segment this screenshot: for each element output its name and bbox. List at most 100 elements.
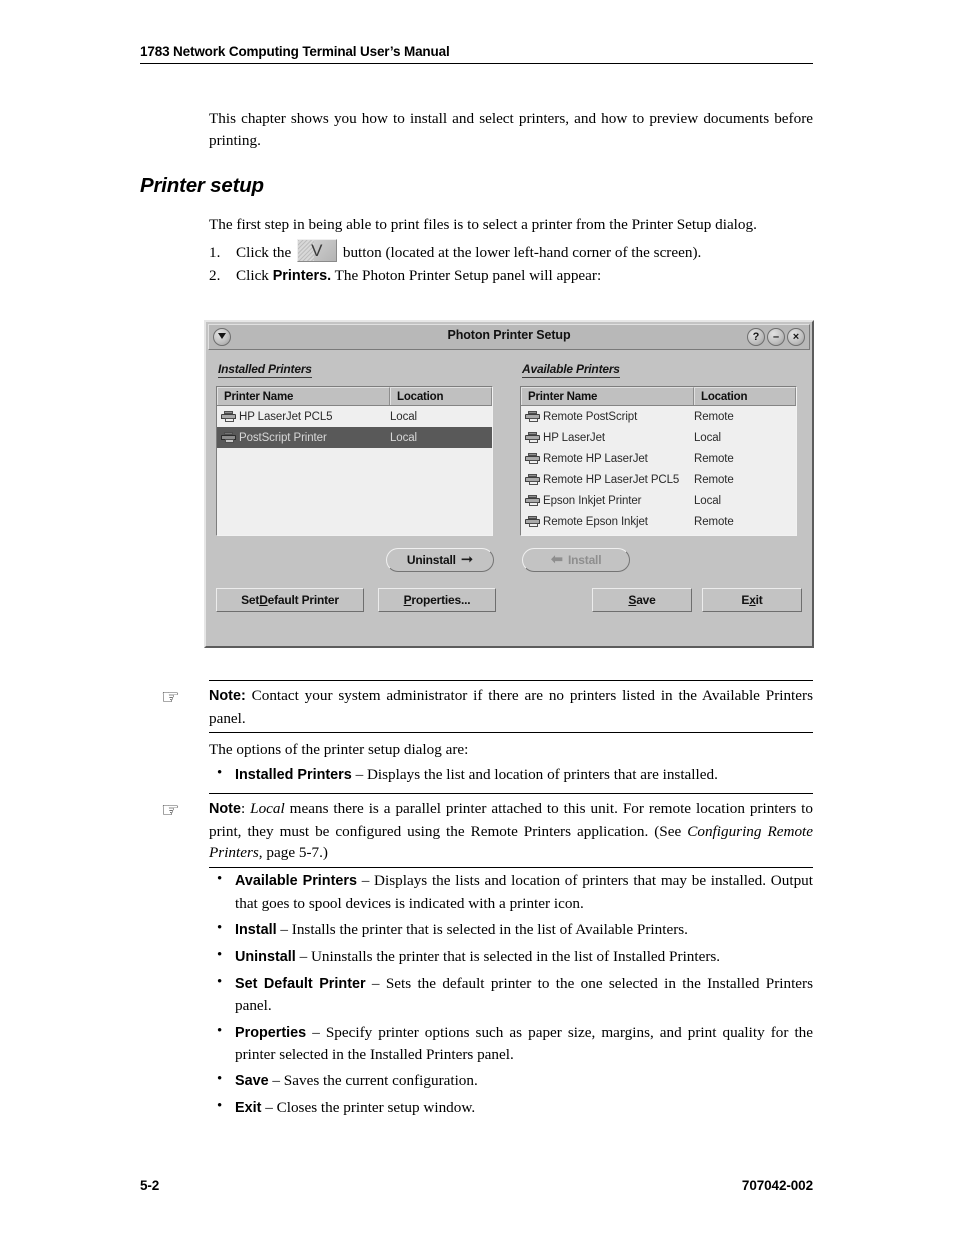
printer-name: HP LaserJet PCL5 [239,410,333,423]
note-text: Note: Contact your system administrator … [209,681,813,732]
step-2-text-after: The Photon Printer Setup panel will appe… [334,267,602,284]
table-row[interactable]: HP LaserJet PCL5 Local [217,406,492,427]
step-2: 2. Click Printers. The Photon Printer Set… [209,265,813,288]
step-1-text-before: Click the [236,244,292,261]
section-lead-paragraph: The first step in being able to print fi… [209,216,757,233]
note-label: Note: [209,688,246,704]
minimize-button[interactable]: – [767,328,785,346]
note-text: Note: Local means there is a parallel pr… [209,794,813,867]
step-1: 1. Click the V button (located at the low… [209,239,813,264]
available-printers-list[interactable]: Printer Name Location Remote PostScript … [520,386,797,536]
pointing-hand-icon: ☞ [161,685,180,709]
printer-icon [221,410,236,423]
printer-icon [525,410,540,423]
arrow-right-icon: ➞ [460,551,474,568]
column-header-printer-name: Printer Name [217,387,390,405]
note-body-1: : [240,800,251,817]
step-2-text-before: Click [236,267,269,284]
bullet-term: Properties [235,1024,307,1041]
step-1-text-after: button (located at the lower left-hand c… [342,244,702,261]
footer-page-number: 5-2 [140,1178,160,1193]
column-header-printer-name: Printer Name [521,387,694,405]
save-post: ave [636,593,656,607]
list-item: Properties – Specify printer options suc… [209,1021,813,1066]
note-block: ☞ Note: Contact your system administrato… [161,680,813,734]
column-header-location: Location [694,387,796,405]
uninstall-button-label: Uninstall [406,553,456,567]
exit-pre: E [741,593,750,607]
step-1-number: 1. [209,244,221,261]
bullet-desc: – Saves the current configuration. [268,1072,478,1090]
bullet-desc: – Specify printer options such as paper … [235,1023,813,1064]
list-item: Uninstall – Uninstalls the printer that … [209,945,813,969]
printer-location: Local [390,410,417,423]
properties-mnemonic: P [403,593,412,607]
note-block: ☞ Note: Local means there is a parallel … [161,793,813,868]
table-row[interactable]: Remote Epson Inkjet Remote [521,511,796,532]
printer-location: Remote [694,473,734,486]
printer-name: Remote Epson Inkjet [543,515,648,528]
printer-location: Remote [694,410,734,423]
help-button[interactable]: ? [747,328,765,346]
printer-icon [525,515,540,528]
table-row[interactable]: Epson Inkjet Printer Local [521,490,796,511]
installed-printers-list[interactable]: Printer Name Location HP LaserJet PCL5 L… [216,386,493,536]
note-rule-bottom [209,732,813,734]
printer-icon [525,452,540,465]
printer-name: HP LaserJet [543,431,605,444]
intro-paragraph: This chapter shows you how to install an… [209,110,813,149]
save-button[interactable]: Save [592,588,692,612]
table-row[interactable]: Remote HP LaserJet Remote [521,448,796,469]
table-row[interactable]: PostScript Printer Local [217,427,492,448]
note-body-3: , page 5-7.) [258,844,328,862]
install-button-label: Install [568,553,602,567]
list-item: Set Default Printer – Sets the default p… [209,972,813,1017]
note-italic-1: Local [250,800,285,817]
list-item: Install – Installs the printer that is s… [209,918,813,942]
printer-name: Remote PostScript [543,410,638,423]
save-mnemonic: S [628,593,637,607]
bullet-term: Installed Printers [235,767,352,783]
table-row[interactable]: Remote PostScript Remote [521,406,796,427]
step-2-number: 2. [209,267,221,284]
set-default-printer-button[interactable]: Set Default Printer [216,588,364,612]
printer-name: PostScript Printer [239,431,327,444]
note-body: Contact your system administrator if the… [209,687,813,727]
bullet-desc: – Installs the printer that is selected … [276,920,688,938]
running-header-text: 1783 Network Computing Terminal User’s M… [140,44,450,59]
dialog-title: Photon Printer Setup [447,328,571,342]
options-lead-paragraph: The options of the printer setup dialog … [209,741,469,758]
table-row[interactable]: Remote HP LaserJet PCL5 Remote [521,469,796,490]
bullet-list-2: Available Printers – Displays the lists … [209,869,813,1124]
dialog-body: Installed Printers Available Printers Pr… [206,350,812,648]
installed-list-header: Printer Name Location [217,387,492,406]
bullet-term: Exit [235,1100,262,1117]
printer-icon [221,431,236,444]
printer-icon [525,473,540,486]
step-2-bold-term: Printers. [272,268,332,284]
printer-name: Remote HP LaserJet [543,452,648,465]
bullet-desc: – Displays the list and location of prin… [351,766,718,783]
list-item: Installed Printers – Displays the list a… [209,763,813,787]
available-printers-label: Available Printers [522,362,620,378]
bullet-term: Set Default Printer [235,975,366,992]
bullet-desc: – Closes the printer setup window. [261,1099,476,1117]
printer-icon [525,494,540,507]
column-header-location: Location [390,387,492,405]
properties-button[interactable]: Properties... [378,588,496,612]
bullet-list-1: Installed Printers – Displays the list a… [209,763,813,791]
header-divider [140,63,813,64]
install-button[interactable]: ⬅ Install [522,548,630,572]
table-row[interactable]: HP LaserJet Local [521,427,796,448]
printer-location: Remote [694,452,734,465]
photon-launch-button-icon[interactable]: V [297,239,338,262]
uninstall-button[interactable]: Uninstall ➞ [386,548,494,572]
close-button[interactable]: × [787,328,805,346]
exit-button[interactable]: Ex it [702,588,802,612]
list-item: Save – Saves the current configuration. [209,1069,813,1093]
manual-page: 1783 Network Computing Terminal User’s M… [0,0,954,1235]
printer-location: Local [694,494,721,507]
photon-printer-setup-dialog: Photon Printer Setup ? – × Installed Pri… [204,320,814,648]
printer-location: Local [390,431,417,444]
set-default-printer-post: efault Printer [267,593,339,607]
